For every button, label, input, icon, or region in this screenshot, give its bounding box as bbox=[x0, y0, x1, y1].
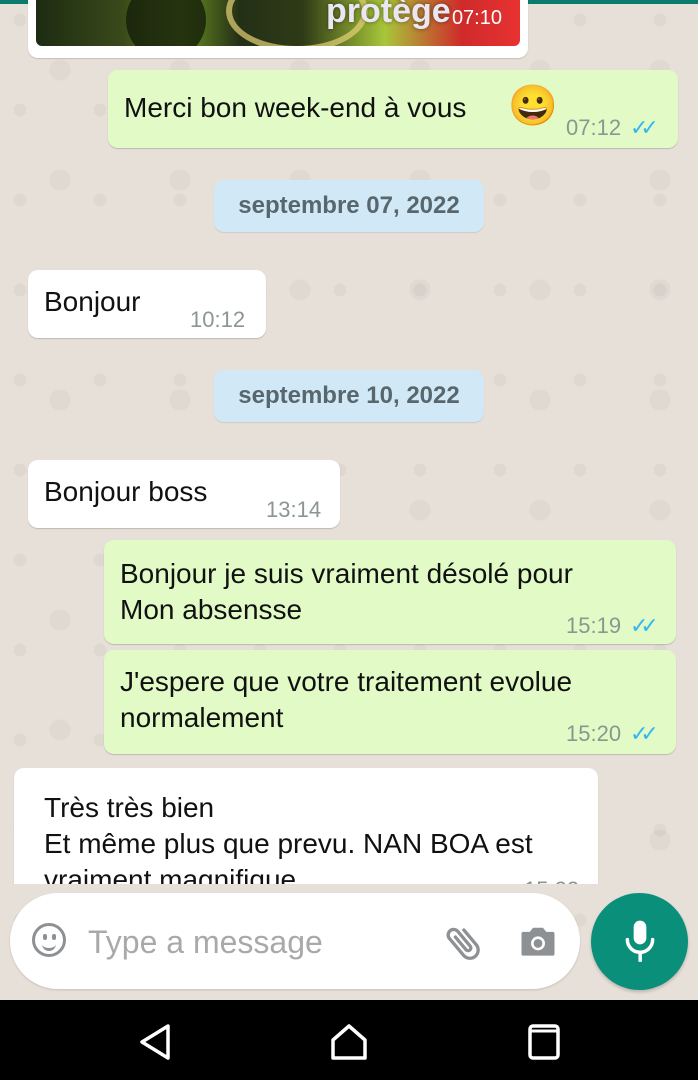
read-ticks-icon: ✓✓ bbox=[630, 613, 659, 638]
message-time: 15:19 bbox=[566, 613, 622, 638]
image-message-bubble[interactable]: protège 07:10 bbox=[28, 0, 528, 58]
message-time: 15:22 bbox=[524, 872, 579, 884]
date-separator: septembre 10, 2022 bbox=[214, 370, 484, 422]
image-shape bbox=[126, 0, 206, 46]
recents-icon[interactable] bbox=[522, 1020, 566, 1064]
system-navigation-bar bbox=[0, 1000, 698, 1080]
message-time: 13:14 bbox=[266, 497, 322, 522]
grinning-emoji-icon: 😀 bbox=[508, 84, 558, 128]
message-input[interactable] bbox=[86, 915, 430, 969]
message-text: Bonjour bbox=[44, 286, 141, 317]
message-composer bbox=[10, 893, 580, 989]
message-text-line: Bonjour je suis vraiment désolé pour bbox=[120, 558, 573, 589]
message-clip-region: Très très bien Et même plus que prevu. N… bbox=[0, 760, 698, 884]
message-text: Merci bon week-end à vous bbox=[124, 92, 467, 123]
message-text: Bonjour boss bbox=[44, 476, 208, 507]
message-text-line: J'espere que votre traitement evolue bbox=[120, 666, 573, 697]
home-icon[interactable] bbox=[327, 1020, 371, 1064]
read-ticks-icon: ✓✓ bbox=[630, 721, 659, 746]
back-icon[interactable] bbox=[134, 1020, 178, 1064]
message-text-line: Très très bien bbox=[44, 792, 215, 823]
incoming-message[interactable]: Bonjour boss 13:14 bbox=[28, 460, 340, 528]
incoming-message[interactable]: Bonjour 10:12 bbox=[28, 270, 266, 338]
message-time: 10:12 bbox=[190, 307, 246, 332]
message-time: 15:20 bbox=[566, 721, 622, 746]
camera-icon[interactable] bbox=[516, 919, 560, 963]
emoji-icon[interactable] bbox=[32, 923, 66, 957]
microphone-icon bbox=[625, 920, 655, 962]
read-ticks-icon: ✓✓ bbox=[630, 115, 659, 140]
message-text-line: Mon absensse bbox=[120, 594, 303, 625]
outgoing-message[interactable]: Bonjour je suis vraiment désolé pour Mon… bbox=[104, 540, 676, 644]
message-text-line: normalement bbox=[120, 702, 284, 733]
image-thumbnail[interactable]: protège 07:10 bbox=[36, 0, 520, 46]
attach-icon[interactable] bbox=[442, 921, 486, 965]
message-time: 07:10 bbox=[451, 7, 502, 29]
outgoing-message[interactable]: J'espere que votre traitement evolue nor… bbox=[104, 650, 676, 754]
outgoing-message[interactable]: Merci bon week-end à vous 😀 07:12 ✓✓ bbox=[108, 70, 678, 148]
message-text-line: vraiment magnifique bbox=[44, 864, 297, 884]
incoming-message[interactable]: Très très bien Et même plus que prevu. N… bbox=[14, 768, 598, 884]
emoji-mouth bbox=[42, 940, 56, 951]
message-time: 07:12 bbox=[566, 115, 622, 140]
date-separator: septembre 07, 2022 bbox=[214, 180, 484, 232]
voice-record-button[interactable] bbox=[591, 893, 688, 990]
message-text-line: Et même plus que prevu. NAN BOA est bbox=[44, 828, 533, 859]
image-caption-text: protège bbox=[326, 0, 451, 30]
